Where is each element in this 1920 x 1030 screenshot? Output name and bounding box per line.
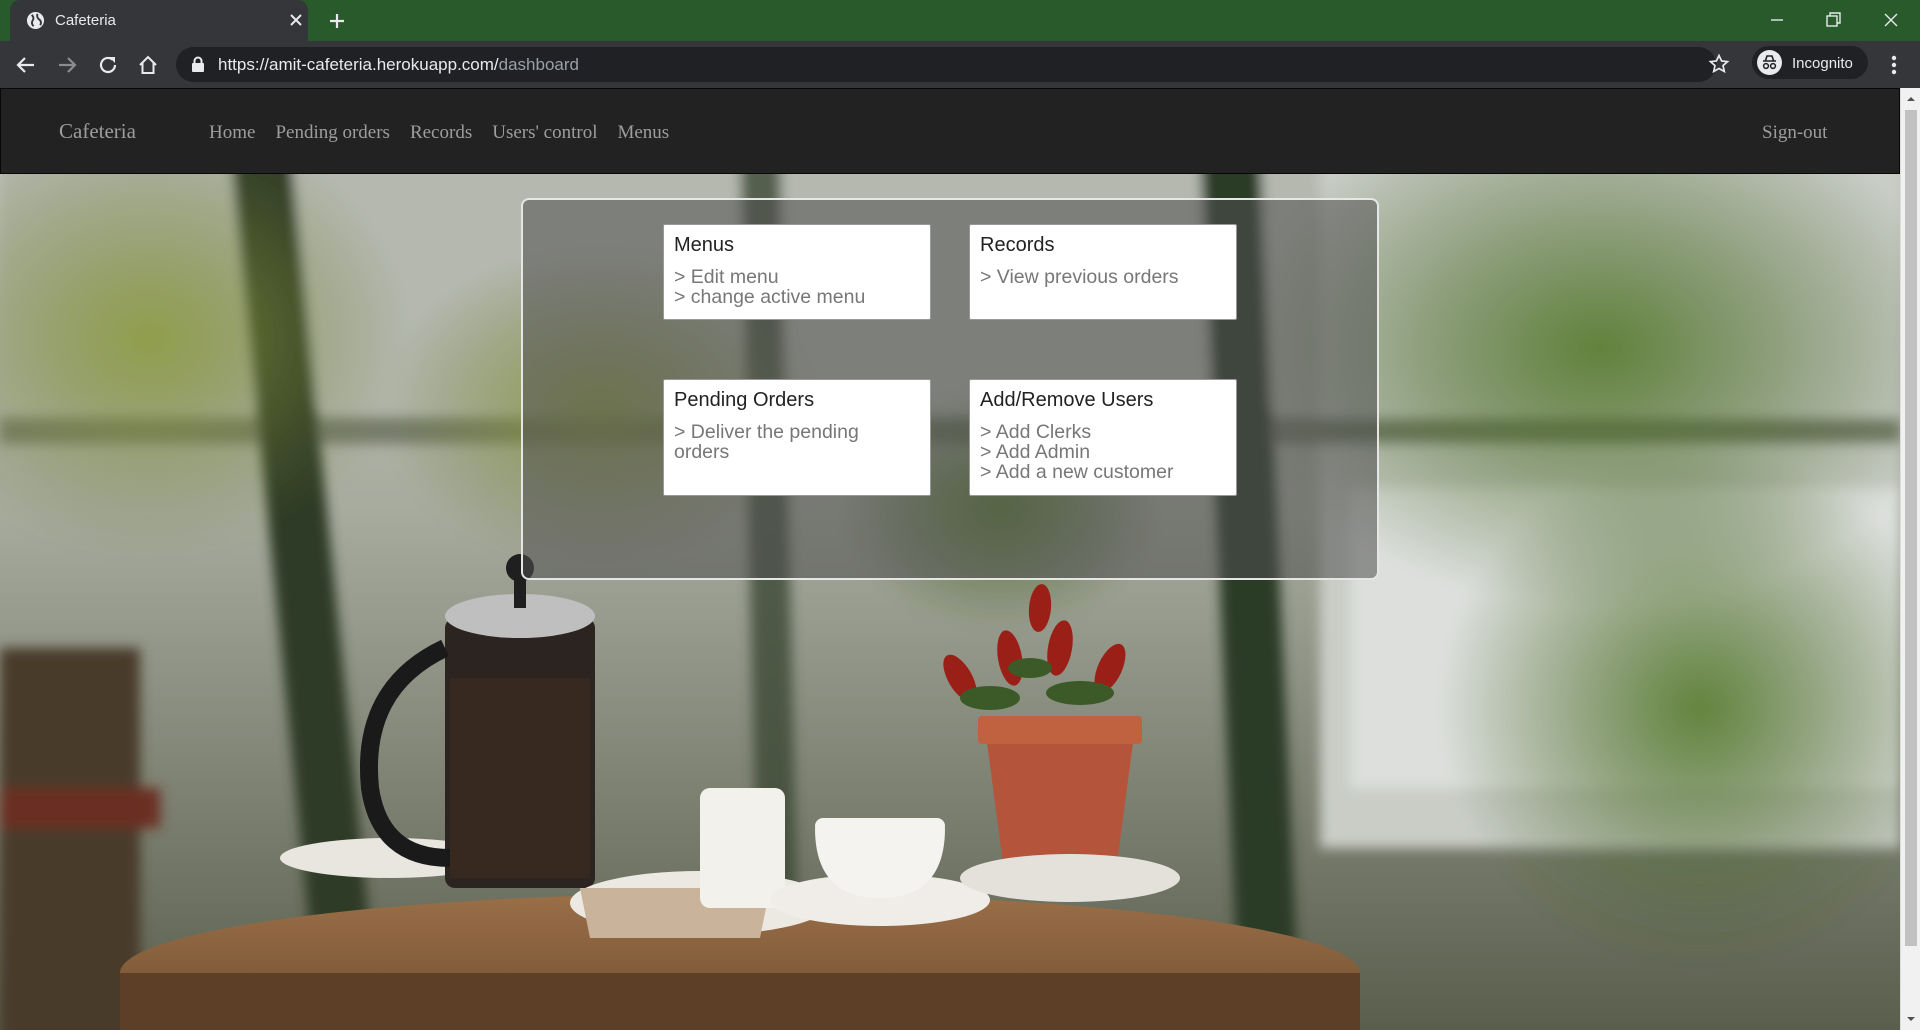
more-menu-icon[interactable] [1884, 52, 1904, 78]
scroll-up-arrow-icon[interactable] [1906, 94, 1916, 104]
minimize-icon[interactable] [1766, 9, 1788, 31]
scrollbar-thumb[interactable] [1905, 110, 1917, 946]
card-line: > Add Admin [980, 441, 1091, 463]
browser-tab[interactable]: Cafeteria [10, 0, 308, 41]
nav-link-users-control[interactable]: Users' control [492, 122, 597, 144]
close-window-icon[interactable] [1880, 9, 1902, 31]
card-line: > Add a new customer [980, 461, 1174, 483]
dashboard-panel: Menus > Edit menu > change active menu R… [521, 198, 1379, 580]
card-title: Add/Remove Users [980, 389, 1154, 411]
incognito-label: Incognito [1792, 55, 1853, 72]
site-navbar: Cafeteria Home Pending orders Records Us… [0, 88, 1900, 174]
incognito-icon [1757, 50, 1782, 75]
home-icon[interactable] [136, 53, 160, 77]
forward-icon[interactable] [55, 53, 79, 77]
browser-toolbar: https://amit-cafeteria.herokuapp.com/das… [0, 41, 1920, 88]
brand-link[interactable]: Cafeteria [59, 119, 136, 144]
page-scrollbar[interactable] [1900, 88, 1920, 1030]
card-title: Menus [674, 234, 735, 256]
url-text: https://amit-cafeteria.herokuapp.com/das… [218, 55, 579, 75]
nav-links: Home Pending orders Records Users' contr… [209, 122, 689, 144]
url-host: https://amit-cafeteria.herokuapp.com/ [218, 55, 499, 74]
url-path: dashboard [498, 55, 579, 74]
nav-link-records[interactable]: Records [410, 122, 472, 144]
incognito-badge[interactable]: Incognito [1752, 46, 1868, 79]
card-line: > Edit menu [674, 266, 779, 288]
globe-icon [26, 11, 45, 30]
nav-link-home[interactable]: Home [209, 122, 255, 144]
menus-card[interactable]: Menus > Edit menu > change active menu [663, 224, 931, 320]
records-card[interactable]: Records > View previous orders [969, 224, 1237, 320]
scroll-down-arrow-icon[interactable] [1906, 1014, 1916, 1024]
new-tab-icon[interactable] [327, 11, 347, 31]
card-line: > change active menu [674, 286, 866, 308]
pending-orders-card[interactable]: Pending Orders > Deliver the pending ord… [663, 379, 931, 496]
card-line: > Deliver the pending [674, 421, 859, 443]
card-title: Pending Orders [674, 389, 815, 411]
card-line: > View previous orders [980, 266, 1179, 288]
bookmark-star-icon[interactable] [1708, 53, 1730, 75]
restore-icon[interactable] [1822, 9, 1844, 31]
page-viewport: Cafeteria Home Pending orders Records Us… [0, 88, 1920, 1030]
reload-icon[interactable] [96, 53, 120, 77]
card-line: orders [674, 441, 730, 463]
nav-link-menus[interactable]: Menus [617, 122, 669, 144]
close-tab-icon[interactable] [287, 11, 305, 29]
card-line: > Add Clerks [980, 421, 1092, 443]
lock-icon [192, 56, 204, 72]
nav-link-pending-orders[interactable]: Pending orders [275, 122, 390, 144]
browser-tabstrip: Cafeteria [0, 0, 1920, 41]
back-icon[interactable] [14, 53, 38, 77]
address-bar[interactable]: https://amit-cafeteria.herokuapp.com/das… [176, 47, 1730, 82]
card-title: Records [980, 234, 1055, 256]
tab-title: Cafeteria [55, 12, 116, 29]
sign-out-link[interactable]: Sign-out [1762, 122, 1827, 144]
add-remove-users-card[interactable]: Add/Remove Users > Add Clerks > Add Admi… [969, 379, 1237, 496]
